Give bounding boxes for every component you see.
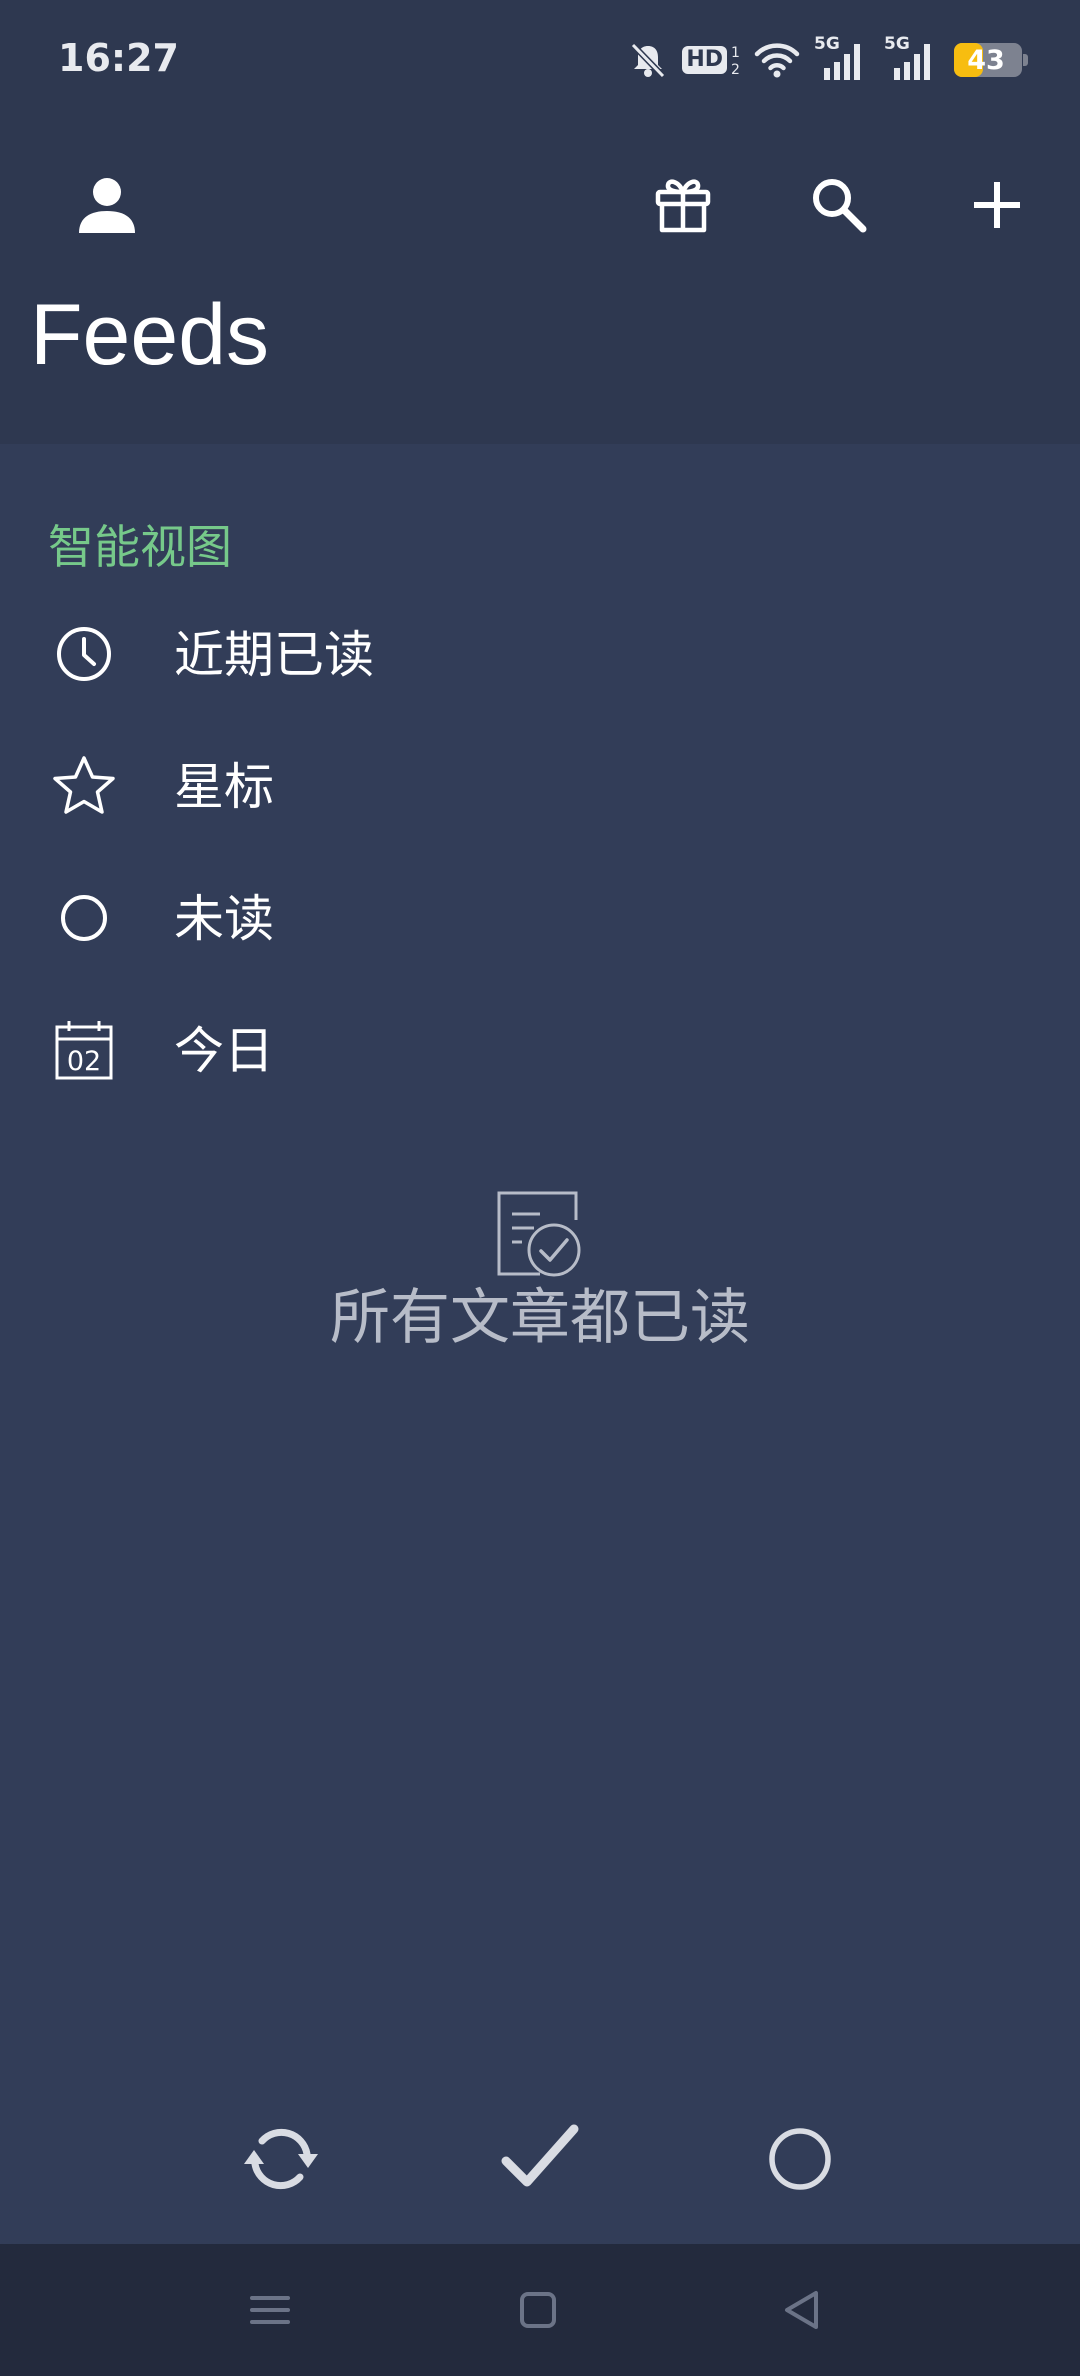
- battery-icon: 43: [954, 43, 1028, 77]
- status-icons: HD 1 2 5G 5G 43: [628, 34, 1028, 84]
- battery-level: 43: [967, 44, 1005, 76]
- refresh-button[interactable]: [226, 2104, 336, 2214]
- section-header-smart-views: 智能视图: [48, 520, 232, 574]
- smart-view-starred[interactable]: 星标: [0, 724, 1080, 856]
- back-icon: [785, 2291, 818, 2329]
- empty-state-message: 所有文章都已读: [330, 1283, 750, 1353]
- status-bar: 16:27 HD 1 2 5G 5G 43: [0, 0, 1080, 120]
- smart-view-label: 未读: [174, 890, 274, 948]
- svg-text:2: 2: [731, 62, 740, 77]
- smart-view-label: 今日: [174, 1022, 274, 1080]
- add-icon: [974, 182, 1020, 228]
- calendar-day-number: 02: [67, 1046, 101, 1077]
- unread-filter-icon: [769, 2128, 831, 2190]
- search-button[interactable]: [784, 150, 894, 260]
- mark-all-read-button[interactable]: [485, 2104, 595, 2214]
- search-icon: [813, 179, 867, 233]
- menu-button[interactable]: [230, 2270, 310, 2350]
- star-icon: [44, 746, 124, 826]
- smart-view-label: 星标: [174, 758, 274, 816]
- calendar-today-icon: 02: [44, 1010, 124, 1090]
- status-time: 16:27: [58, 36, 179, 80]
- mark-all-read-icon: [501, 2124, 579, 2187]
- gift-button[interactable]: [628, 150, 738, 260]
- account-icon: [79, 178, 135, 233]
- clock-icon: [44, 614, 124, 694]
- notifications-off-icon: [628, 40, 668, 80]
- empty-state: 所有文章都已读: [0, 1180, 1080, 1380]
- page-title: Feeds: [30, 287, 270, 383]
- smart-view-today[interactable]: 02 今日: [0, 988, 1080, 1120]
- unread-filter-button[interactable]: [745, 2104, 855, 2214]
- signal-5g-icon: 5G: [884, 34, 940, 82]
- add-button[interactable]: [942, 150, 1052, 260]
- smart-view-recently-read[interactable]: 近期已读: [0, 592, 1080, 724]
- wifi-icon: [754, 40, 800, 80]
- back-button[interactable]: [762, 2270, 842, 2350]
- home-button[interactable]: [498, 2270, 578, 2350]
- signal-5g-icon: 5G: [814, 34, 870, 82]
- menu-icon: [250, 2296, 290, 2324]
- gift-icon: [655, 179, 711, 233]
- battery-cap: [1023, 54, 1028, 66]
- refresh-icon: [244, 2128, 318, 2190]
- smart-view-label: 近期已读: [174, 626, 374, 684]
- smart-view-unread[interactable]: 未读: [0, 856, 1080, 988]
- document-check-icon: [494, 1190, 584, 1284]
- hd-label: HD: [682, 45, 727, 75]
- system-navigation-bar: [0, 2244, 1080, 2376]
- circle-icon: [44, 878, 124, 958]
- svg-text:1: 1: [731, 45, 740, 61]
- home-icon: [520, 2292, 556, 2328]
- hd-voice-icon: HD 1 2: [682, 43, 740, 77]
- account-button[interactable]: [52, 150, 162, 260]
